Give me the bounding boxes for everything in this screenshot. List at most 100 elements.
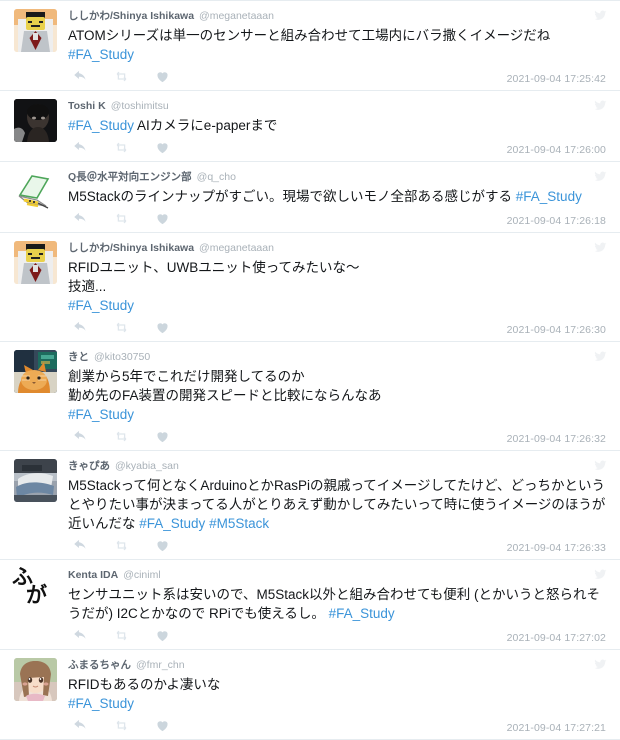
tweet-timestamp: 2021-09-04 17:26:32 <box>506 433 606 445</box>
hashtag-link[interactable]: #FA_Study <box>68 47 134 62</box>
heart-icon[interactable] <box>155 211 170 226</box>
author-handle[interactable]: @kito30750 <box>94 350 150 364</box>
tweet-author-row: ししかわ/Shinya Ishikawa @meganetaaan <box>68 240 610 257</box>
tweet-text: #FA_Study AIカメラにe-paperまで <box>68 115 610 135</box>
tweet-text: M5Stackって何となくArduinoとかRasPiの親戚ってイメージしてたけ… <box>68 475 610 533</box>
retweet-icon[interactable] <box>114 320 129 335</box>
author-display-name[interactable]: ししかわ/Shinya Ishikawa <box>68 9 194 23</box>
heart-icon[interactable] <box>155 628 170 643</box>
author-display-name[interactable]: ししかわ/Shinya Ishikawa <box>68 241 194 255</box>
reply-icon[interactable] <box>73 429 88 444</box>
twitter-bird-icon[interactable] <box>593 9 608 22</box>
tweet-item[interactable]: Toshi K @toshimitsu #FA_Study AIカメラにe-pape… <box>0 91 620 162</box>
tweet-timeline: ししかわ/Shinya Ishikawa @meganetaaan ATOMシリーズ… <box>0 0 620 740</box>
retweet-icon[interactable] <box>114 140 129 155</box>
tweet-item[interactable]: きゃぴあ @kyabia_san M5Stackって何となくArduinoとかRas… <box>0 451 620 560</box>
heart-icon <box>155 628 170 643</box>
twitter-bird-icon[interactable] <box>593 99 608 112</box>
hashtag-link[interactable]: #M5Stack <box>209 516 269 531</box>
tweet-author-row: Toshi K @toshimitsu <box>68 98 610 115</box>
avatar-column <box>14 240 62 339</box>
hashtag-link[interactable]: #FA_Study <box>68 118 134 133</box>
retweet-icon <box>114 69 129 84</box>
green-notebook-avatar <box>14 170 57 213</box>
avatar-column <box>14 349 62 448</box>
retweet-icon[interactable] <box>114 538 129 553</box>
heart-icon <box>155 429 170 444</box>
twitter-bird-icon[interactable] <box>593 568 608 581</box>
reply-icon <box>73 718 88 733</box>
reply-icon[interactable] <box>73 718 88 733</box>
lego-minifigure-avatar <box>14 9 57 52</box>
heart-icon[interactable] <box>155 429 170 444</box>
heart-icon[interactable] <box>155 69 170 84</box>
tweet-text-line: #FA_Study AIカメラにe-paperまで <box>68 116 610 135</box>
twitter-bird-icon[interactable] <box>593 350 608 363</box>
reply-icon[interactable] <box>73 69 88 84</box>
tweet-text: ATOMシリーズは単一のセンサーと組み合わせて工場内にバラ撒くイメージだね #FA… <box>68 25 610 64</box>
tweet-text: 創業から5年でこれだけ開発してるのか 勤め先のFA装置の開発スピードと比較にならん… <box>68 366 610 424</box>
avatar[interactable] <box>14 99 57 142</box>
heart-icon[interactable] <box>155 320 170 335</box>
tweet-timestamp: 2021-09-04 17:25:42 <box>506 73 606 85</box>
hashtag-link[interactable]: #FA_Study <box>139 516 205 531</box>
reply-icon[interactable] <box>73 538 88 553</box>
reply-icon[interactable] <box>73 320 88 335</box>
twitter-bird-icon[interactable] <box>593 170 608 183</box>
author-handle[interactable]: @q_cho <box>197 170 236 184</box>
avatar[interactable] <box>14 350 57 393</box>
heart-icon[interactable] <box>155 718 170 733</box>
tweet-timestamp: 2021-09-04 17:26:00 <box>506 144 606 156</box>
twitter-bird-icon[interactable] <box>593 241 608 254</box>
avatar[interactable] <box>14 241 57 284</box>
retweet-icon[interactable] <box>114 628 129 643</box>
tweet-item[interactable]: ししかわ/Shinya Ishikawa @meganetaaan RFIDユニット… <box>0 233 620 342</box>
tweet-text: センサユニット系は安いので、M5Stack以外と組み合わせても便利 (とかいうと… <box>68 584 610 623</box>
author-display-name[interactable]: Q長＠水平対向エンジン部 <box>68 170 192 184</box>
author-handle[interactable]: @toshimitsu <box>111 99 169 113</box>
author-display-name[interactable]: きゃぴあ <box>68 459 110 473</box>
avatar[interactable] <box>14 170 57 213</box>
avatar[interactable] <box>14 9 57 52</box>
hashtag-link[interactable]: #FA_Study <box>68 696 134 711</box>
hashtag-link[interactable]: #FA_Study <box>68 298 134 313</box>
tweet-item[interactable]: ふが Kenta IDA @ciniml センサユニット系は安いので、M5Stack以… <box>0 560 620 650</box>
tweet-author-row: きゃぴあ @kyabia_san <box>68 458 610 475</box>
heart-icon[interactable] <box>155 538 170 553</box>
tweet-item[interactable]: きと @kito30750 創業から5年でこれだけ開発してるのか 勤め先のFA装置の開… <box>0 342 620 451</box>
retweet-icon[interactable] <box>114 429 129 444</box>
retweet-icon[interactable] <box>114 69 129 84</box>
avatar[interactable] <box>14 658 57 701</box>
author-handle[interactable]: @meganetaaan <box>199 9 274 23</box>
reply-icon[interactable] <box>73 628 88 643</box>
hashtag-link[interactable]: #FA_Study <box>516 189 582 204</box>
author-display-name[interactable]: ふまるちゃん <box>68 658 131 672</box>
twitter-bird-icon[interactable] <box>593 658 608 671</box>
tweet-text-line: M5Stackって何となくArduinoとかRasPiの親戚ってイメージしてたけ… <box>68 476 610 533</box>
twitter-bird-icon[interactable] <box>593 459 608 472</box>
author-display-name[interactable]: Toshi K <box>68 99 106 113</box>
avatar[interactable] <box>14 459 57 502</box>
author-display-name[interactable]: きと <box>68 350 89 364</box>
hashtag-link[interactable]: #FA_Study <box>68 407 134 422</box>
author-handle[interactable]: @fmr_chn <box>136 658 185 672</box>
author-handle[interactable]: @kyabia_san <box>115 459 179 473</box>
avatar[interactable] <box>14 568 57 611</box>
hashtag-link[interactable]: #FA_Study <box>329 606 395 621</box>
author-handle[interactable]: @ciniml <box>123 568 161 582</box>
tweet-item[interactable]: Q長＠水平対向エンジン部 @q_cho M5Stackのラインナップがすごい。現場で… <box>0 162 620 233</box>
retweet-icon[interactable] <box>114 211 129 226</box>
reply-icon[interactable] <box>73 140 88 155</box>
author-handle[interactable]: @meganetaaan <box>199 241 274 255</box>
tweet-text-segment: 勤め先のFA装置の開発スピードと比較にならんなあ <box>68 388 382 403</box>
twitter-bird-icon <box>593 241 608 254</box>
tweet-item[interactable]: ふまるちゃん @fmr_chn RFIDもあるのかよ凄いな #FA_Study 2021… <box>0 650 620 740</box>
author-display-name[interactable]: Kenta IDA <box>68 568 118 582</box>
twitter-bird-icon <box>593 9 608 22</box>
heart-icon[interactable] <box>155 140 170 155</box>
retweet-icon <box>114 718 129 733</box>
retweet-icon <box>114 211 129 226</box>
retweet-icon[interactable] <box>114 718 129 733</box>
reply-icon[interactable] <box>73 211 88 226</box>
tweet-item[interactable]: ししかわ/Shinya Ishikawa @meganetaaan ATOMシリーズ… <box>0 0 620 91</box>
